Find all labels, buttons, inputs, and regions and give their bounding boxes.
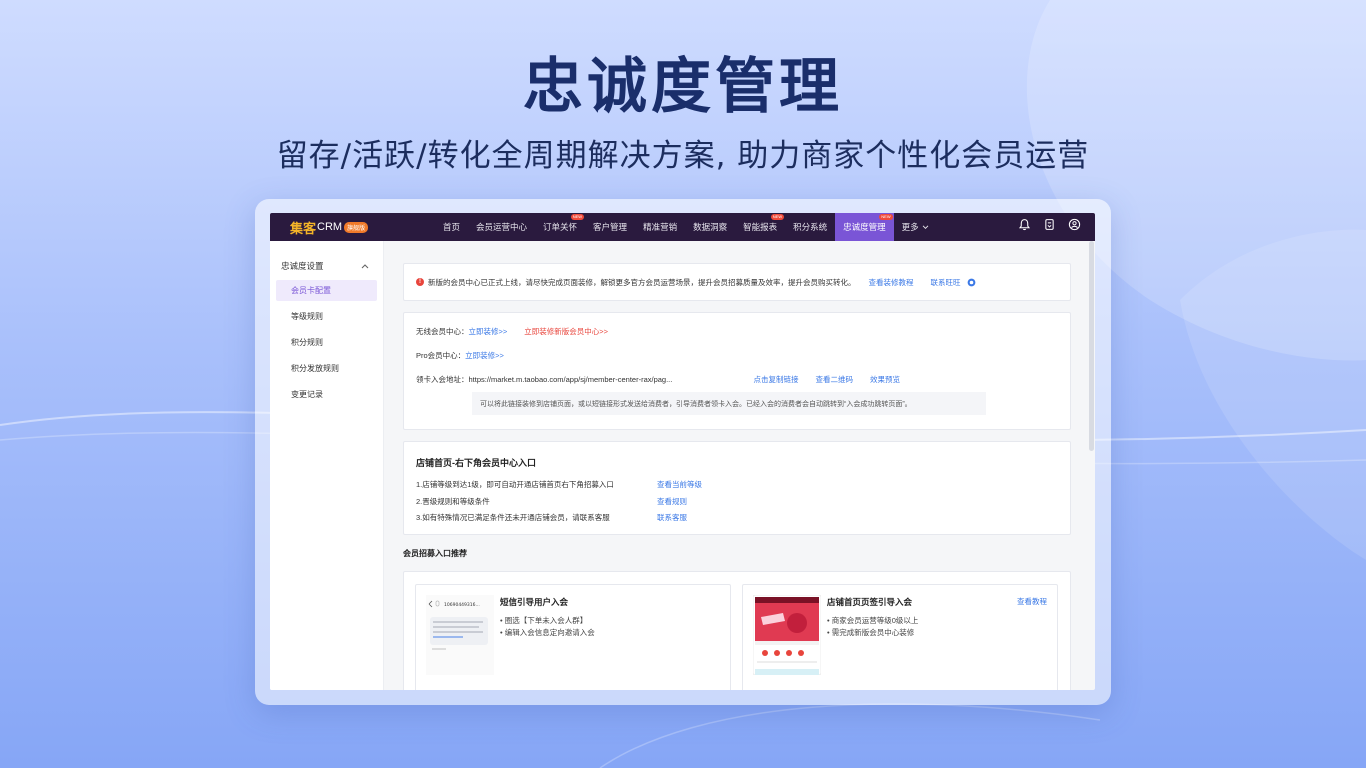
new-badge: NEW — [570, 214, 585, 220]
sidebar-group-loyalty-settings[interactable]: 忠诚度设置 — [270, 257, 383, 275]
clipboard-icon[interactable] — [1043, 218, 1056, 236]
sms-sender-number: 10690449316... — [444, 602, 480, 608]
pro-label: Pro会员中心： — [416, 351, 466, 360]
recommend-card-store-tab[interactable]: 店铺首页页签引导入会 • 商家会员运营等级0级以上 • 需完成新版会员中心装修 … — [742, 584, 1058, 690]
new-badge: NEW — [770, 214, 785, 220]
recommend-card-sms[interactable]: 10690449316... 短信引导用户入会 • 圈选【下单未入会人群】 • … — [415, 584, 731, 690]
entry-row-link[interactable]: 查看规则 — [657, 496, 687, 507]
nav-item-8[interactable]: 忠诚度管理 NEW — [835, 213, 894, 241]
nav-item-label: 精准营销 — [643, 222, 678, 232]
nav-item-label: 智能报表 — [743, 222, 778, 232]
entry-row-link[interactable]: 联系客服 — [657, 512, 687, 523]
entry-row-text: 3.如有特殊情况已满足条件还未开通店铺会员，请联系客服 — [416, 513, 610, 522]
logo[interactable]: 集客 CRM 旗舰版 — [290, 218, 420, 237]
nav-item-4[interactable]: 精准营销 — [635, 213, 685, 241]
chevron-down-icon — [922, 225, 928, 229]
nav-item-1[interactable]: 会员运营中心 — [468, 213, 535, 241]
entry-row: 2.晋级规则和等级条件 查看规则 — [416, 496, 687, 507]
recommend-card-line: • 商家会员运营等级0级以上 — [827, 616, 919, 625]
nav-item-label: 会员运营中心 — [476, 222, 528, 232]
sms-preview-image: 10690449316... — [426, 595, 494, 675]
nav-item-3[interactable]: 客户管理 — [585, 213, 635, 241]
hero-title: 忠诚度管理 — [523, 52, 843, 122]
recommend-card-title: 短信引导用户入会 — [500, 597, 569, 607]
top-navigation: 集客 CRM 旗舰版 首页 会员运营中心 订单关怀 NEW 客户管理 精准营销 数据洞察 智能… — [270, 213, 1095, 241]
sidebar-item-1[interactable]: 等级规则 — [276, 306, 377, 327]
nav-item-label: 首页 — [443, 222, 461, 232]
join-address-row: 领卡入会地址： https://market.m.taobao.com/app/… — [416, 374, 900, 385]
warning-icon: ! — [416, 278, 424, 286]
wireless-decorate-link[interactable]: 立即装修>> — [469, 326, 508, 337]
wireless-label: 无线会员中心： — [416, 327, 469, 336]
notice-banner: ! 新版的会员中心已正式上线，请尽快完成页面装修，解锁更多官方会员运营场景，提升… — [403, 263, 1071, 301]
new-badge: NEW — [879, 214, 893, 220]
member-center-info-card: 无线会员中心： 立即装修>> 立即装修新版会员中心>> Pro会员中心： 立即装… — [403, 312, 1071, 430]
user-icon[interactable] — [1068, 218, 1081, 236]
nav-item-label: 更多 — [901, 222, 919, 232]
logo-crm-text: CRM — [317, 221, 343, 233]
entry-row: 3.如有特殊情况已满足条件还未开通店铺会员，请联系客服 联系客服 — [416, 512, 687, 523]
pro-member-center-row: Pro会员中心： 立即装修>> — [416, 350, 504, 361]
recommend-card-line: • 编辑入会信息定向邀请入会 — [500, 628, 595, 637]
view-qr-code-link[interactable]: 查看二维码 — [816, 374, 854, 385]
nav-item-label: 订单关怀 — [543, 222, 578, 232]
sidebar-item-0[interactable]: 会员卡配置 — [276, 280, 377, 301]
wangwang-icon[interactable] — [967, 278, 976, 287]
nav-item-5[interactable]: 数据洞察 — [685, 213, 735, 241]
wireless-member-center-row: 无线会员中心： 立即装修>> 立即装修新版会员中心>> — [416, 326, 608, 337]
store-page-preview-image — [753, 595, 821, 675]
chevron-up-icon — [361, 264, 369, 269]
view-tutorial-link[interactable]: 查看教程 — [1017, 596, 1047, 607]
hero-subtitle: 留存/活跃/转化全周期解决方案, 助力商家个性化会员运营 — [276, 138, 1090, 174]
nav-item-label: 客户管理 — [593, 222, 628, 232]
contact-wangwang-link[interactable]: 联系旺旺 — [931, 277, 961, 288]
recommend-card-title: 店铺首页页签引导入会 — [827, 597, 913, 607]
nav-item-2[interactable]: 订单关怀 NEW — [535, 213, 585, 241]
recommend-card-line: • 圈选【下单未入会人群】 — [500, 616, 588, 625]
nav-item-label: 忠诚度管理 — [843, 222, 886, 232]
sidebar-item-3[interactable]: 积分发放规则 — [276, 358, 377, 379]
entry-row: 1.店铺等级到达1级，即可自动开通店铺首页右下角招募入口 查看当前等级 — [416, 479, 702, 490]
entry-row-link[interactable]: 查看当前等级 — [657, 479, 702, 490]
nav-menu: 首页 会员运营中心 订单关怀 NEW 客户管理 精准营销 数据洞察 智能报表 NEW 积分系统 忠诚… — [435, 213, 937, 241]
address-hint: 可以将此链接装修到店铺页面，或以短链接形式发送给消费者，引导消费者领卡入会。已经… — [472, 392, 986, 415]
nav-item-7[interactable]: 积分系统 — [785, 213, 835, 241]
app-window: 集客 CRM 旗舰版 首页 会员运营中心 订单关怀 NEW 客户管理 精准营销 数据洞察 智能… — [270, 213, 1095, 690]
nav-item-9[interactable]: 更多 — [894, 213, 937, 241]
scrollbar[interactable] — [1089, 241, 1094, 451]
nav-item-6[interactable]: 智能报表 NEW — [735, 213, 785, 241]
nav-item-label: 积分系统 — [793, 222, 828, 232]
pro-decorate-link[interactable]: 立即装修>> — [465, 350, 504, 361]
entry-row-text: 1.店铺等级到达1级，即可自动开通店铺首页右下角招募入口 — [416, 480, 614, 489]
sidebar-group-label: 忠诚度设置 — [281, 261, 324, 271]
decorate-new-member-center-link[interactable]: 立即装修新版会员中心>> — [524, 326, 608, 337]
store-entry-title: 店铺首页-右下角会员中心入口 — [416, 458, 536, 468]
nav-item-0[interactable]: 首页 — [435, 213, 468, 241]
recommend-card-line: • 需完成新版会员中心装修 — [827, 628, 915, 637]
main-content: ! 新版的会员中心已正式上线，请尽快完成页面装修，解锁更多官方会员运营场景，提升… — [392, 241, 1085, 690]
address-label: 领卡入会地址： — [416, 375, 469, 384]
view-decoration-tutorial-link[interactable]: 查看装修教程 — [869, 277, 914, 288]
edition-badge: 旗舰版 — [344, 221, 369, 233]
bell-icon[interactable] — [1018, 218, 1031, 236]
sidebar-item-2[interactable]: 积分规则 — [276, 332, 377, 353]
recommend-section-title: 会员招募入口推荐 — [403, 549, 467, 558]
sidebar-item-4[interactable]: 变更记录 — [276, 384, 377, 405]
notice-text: 新版的会员中心已正式上线，请尽快完成页面装修，解锁更多官方会员运营场景，提升会员… — [428, 277, 856, 287]
nav-item-label: 数据洞察 — [693, 222, 728, 232]
logo-text: 集客 — [290, 220, 317, 236]
copy-link-button[interactable]: 点击复制链接 — [754, 374, 799, 385]
recommend-section: 10690449316... 短信引导用户入会 • 圈选【下单未入会人群】 • … — [403, 571, 1071, 690]
sidebar: 忠诚度设置 会员卡配置等级规则积分规则积分发放规则 变更记录 — [270, 241, 384, 690]
entry-row-text: 2.晋级规则和等级条件 — [416, 496, 490, 506]
nav-icon-group — [1018, 213, 1081, 241]
store-entry-card: 店铺首页-右下角会员中心入口 1.店铺等级到达1级，即可自动开通店铺首页右下角招… — [403, 441, 1071, 535]
preview-link[interactable]: 效果预览 — [870, 374, 900, 385]
address-value: https://market.m.taobao.com/app/sj/membe… — [468, 375, 673, 384]
